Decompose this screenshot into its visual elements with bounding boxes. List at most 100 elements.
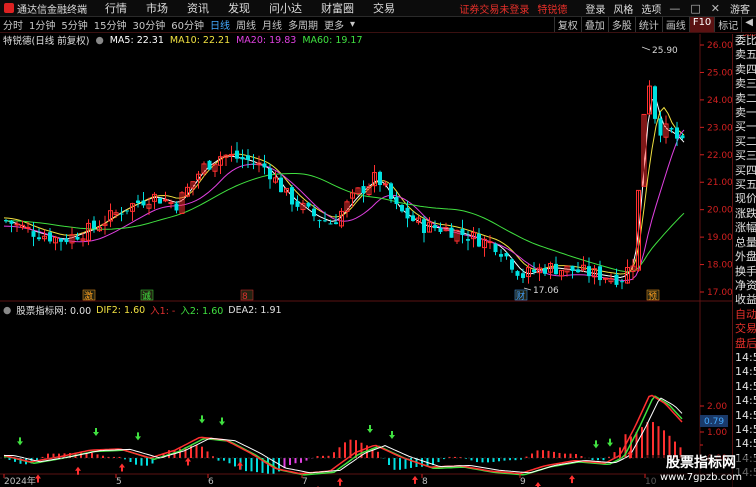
candle-body-down	[306, 202, 311, 207]
macd-current-value: 0.79	[704, 417, 724, 427]
candle-body-down	[394, 196, 399, 205]
candle-body-down	[125, 210, 129, 212]
buy-arrow-icon	[535, 481, 541, 487]
candle-body-down	[262, 163, 267, 168]
candle-body-down	[504, 253, 509, 257]
stock-label: 特锐德(日线 前复权)	[3, 36, 90, 47]
candle-body-down	[466, 239, 470, 241]
panel-badge: 500	[742, 34, 756, 38]
candle-body-down	[620, 281, 624, 283]
candle-body-down	[510, 259, 514, 270]
watermark-url: www.7gpzb.com	[660, 472, 742, 483]
candle-body-down	[532, 269, 536, 273]
candle-body-down	[570, 265, 575, 271]
candle-body-down	[554, 263, 558, 275]
candle-body-down	[438, 227, 443, 232]
candle-body-down	[493, 243, 498, 253]
candle-body-down	[422, 219, 426, 234]
buy-arrow-icon	[569, 475, 575, 484]
ma-info-bar: 特锐德(日线 前复权) ● MA5: 22.31 MA10: 22.21 MA2…	[0, 34, 756, 48]
watermark-title: 股票指标网	[666, 455, 736, 471]
candle-body-down	[317, 220, 322, 222]
candle-body-down	[328, 223, 333, 225]
side-panel-item: 买五	[735, 178, 756, 192]
candle-body-down	[251, 163, 256, 165]
side-panel-item: 买二	[735, 134, 756, 148]
side-panel-item: 买一	[735, 120, 756, 134]
side-panel-item: 收益	[735, 293, 756, 307]
candle-body-down	[207, 160, 212, 170]
candle-body-down	[48, 232, 52, 242]
event-marker-label: 财	[516, 290, 525, 302]
candle-body-up	[14, 223, 20, 226]
candle-body-down	[59, 238, 63, 242]
candle-body-down	[92, 220, 96, 229]
candle-body-down	[477, 234, 481, 247]
candle-body-down	[598, 266, 602, 281]
candle-body-down	[515, 271, 520, 276]
candle-body-down	[64, 238, 69, 243]
date-label: 6	[208, 477, 214, 487]
settings-dot-icon[interactable]: ●	[95, 35, 103, 46]
side-panel-item: 卖五	[735, 48, 756, 62]
candle-body-down	[587, 266, 591, 277]
price-tick-label: 21.00	[707, 178, 733, 188]
side-panel-item: 卖二	[735, 91, 756, 105]
ma60-value: MA60: 19.17	[302, 34, 363, 46]
side-panel-item: 自动	[735, 307, 756, 321]
price-tick-label: 22.00	[707, 151, 733, 161]
candle-body-down	[246, 155, 250, 161]
date-label: 8	[422, 477, 428, 487]
date-label: 5	[116, 477, 122, 487]
side-panel-item: 外盘	[735, 250, 756, 264]
side-panel-item: 14:50	[735, 422, 756, 436]
candle-body-down	[614, 274, 619, 285]
candle-body-down	[240, 157, 245, 160]
quote-side-panel: 500 委比 卖五 卖四 卖三 卖二 卖一 买一 买二 买三 买四 买五 现价 涨跌 涨幅 总量 外盘 换手 净资…	[732, 34, 756, 487]
candle-body-down	[141, 200, 146, 206]
candle-body-down	[268, 168, 272, 180]
in2-value: 入2: 1.60	[180, 306, 224, 317]
event-marker-label: 激	[84, 290, 93, 302]
buy-arrow-icon	[412, 475, 418, 484]
candle-body-down	[37, 237, 41, 240]
candle-body-down	[295, 201, 300, 207]
candle-body-down	[460, 228, 465, 235]
date-label: 2024年	[4, 475, 36, 487]
side-panel-item: 14:50	[735, 408, 756, 422]
candle-body-down	[669, 127, 674, 130]
side-panel-item: 换手	[735, 264, 756, 278]
side-panel-item: 净资	[735, 278, 756, 292]
ma10-value: MA10: 22.21	[169, 34, 231, 46]
candle-body-up	[229, 153, 234, 156]
watermark: 股票指标网 www.7gpzb.com	[646, 455, 756, 487]
high-price-label: 25.90	[652, 46, 678, 56]
price-tick-label: 19.00	[707, 233, 733, 243]
low-price-label: 17.06	[533, 286, 559, 296]
event-marker-label: 预	[648, 291, 657, 302]
side-panel-item: 交易	[735, 322, 756, 336]
candle-body-down	[521, 273, 525, 278]
side-panel-item: 涨跌	[735, 206, 756, 220]
candle-body-down	[400, 204, 404, 212]
side-panel-item: 买三	[735, 149, 756, 163]
candle-body-up	[487, 241, 493, 244]
candle-body-down	[75, 236, 80, 240]
date-label: 7	[302, 477, 308, 487]
candle-body-up	[603, 277, 608, 280]
macd-settings-dot-icon[interactable]: ●	[3, 305, 11, 316]
price-tick-label: 18.00	[707, 261, 733, 271]
kline-chart[interactable]: 26.0025.0024.0023.0022.0021.0020.0019.00…	[0, 0, 756, 487]
dif2-value: DIF2: 1.60	[96, 304, 146, 316]
candle-body-down	[653, 86, 657, 119]
candle-body-down	[158, 198, 162, 204]
candle-body-down	[312, 208, 316, 217]
side-panel-item: 涨幅	[735, 221, 756, 235]
price-tick-label: 24.00	[707, 96, 733, 106]
candle-body-down	[279, 177, 283, 193]
buy-arrow-icon	[337, 477, 343, 486]
candle-body-down	[31, 231, 36, 237]
candle-body-down	[405, 207, 410, 219]
candle-body-down	[411, 215, 415, 221]
price-pane[interactable]	[0, 46, 732, 298]
